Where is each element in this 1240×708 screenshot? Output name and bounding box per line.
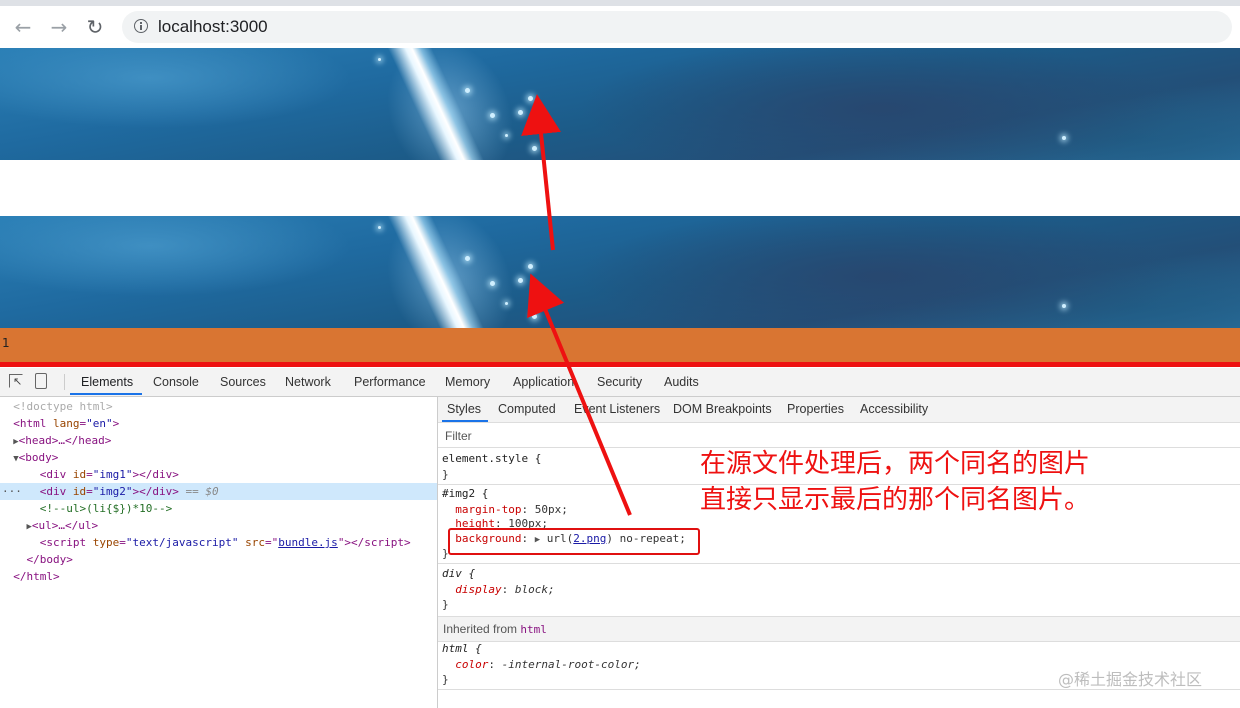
subtab-computed[interactable]: Computed [498,402,556,416]
subtab-properties[interactable]: Properties [787,402,844,416]
elements-tree: <!doctype html> <html lang="en"> ▶<head>… [0,397,438,708]
subtab-accessibility[interactable]: Accessibility [860,402,928,416]
tab-application[interactable]: Application [513,375,574,389]
tree-line-doctype[interactable]: <!doctype html> [0,398,437,415]
tab-divider [64,374,65,390]
devtools-tabbar: Elements Console Sources Network Perform… [0,368,1240,397]
forward-arrow-icon[interactable]: → [46,14,72,40]
inherited-from-header: Inherited from html [438,616,1240,642]
inspect-element-icon[interactable] [9,374,23,388]
rule-close-brace: } [442,673,449,686]
rule-div-selector[interactable]: div { [442,566,475,582]
tab-elements[interactable]: Elements [81,375,133,389]
tab-network[interactable]: Network [285,375,331,389]
rule-img2-selector[interactable]: #img2 { [442,486,488,502]
url-text[interactable]: localhost:3000 [158,17,268,37]
active-tab-indicator [70,393,142,395]
tree-line-html-close[interactable]: </html> [0,568,437,585]
tree-line-ul[interactable]: ▶<ul>…</ul> [0,517,437,534]
tab-performance[interactable]: Performance [354,375,426,389]
tab-memory[interactable]: Memory [445,375,490,389]
subtab-event-listeners[interactable]: Event Listeners [574,402,660,416]
back-arrow-icon[interactable]: ← [10,14,36,40]
tree-line-div-img2-selected[interactable]: ··· <div id="img2"></div> == $0 [0,483,437,500]
tree-line-body-close[interactable]: </body> [0,551,437,568]
tab-console[interactable]: Console [153,375,199,389]
watermark: @稀土掘金技术社区 [1058,670,1203,689]
tab-sources[interactable]: Sources [220,375,266,389]
highlight-box [448,528,700,555]
list-item-text: 1 [2,336,10,350]
address-bar[interactable]: localhost:3000 [122,11,1232,43]
annotation-text: 在源文件处理后，两个同名的图片 直接只显示最后的那个同名图片。 [700,446,1090,518]
orange-list-bar: 1 [0,328,1240,363]
tree-line-head[interactable]: ▶<head>…</head> [0,432,437,449]
decl-color[interactable]: color: -internal-root-color; [442,657,640,673]
filter-placeholder[interactable]: Filter [445,429,472,443]
rule-element-style[interactable]: element.style { [442,451,541,467]
annotation-line-1: 在源文件处理后，两个同名的图片 [700,449,1091,479]
styles-subtabs: Styles Computed Event Listeners DOM Brea… [438,397,1240,423]
red-separator-line [0,362,1240,367]
banner-image-img1 [0,48,1240,160]
tree-line-div-img1[interactable]: <div id="img1"></div> [0,466,437,483]
tab-audits[interactable]: Audits [664,375,699,389]
subtab-dom-breakpoints[interactable]: DOM Breakpoints [673,402,772,416]
tab-security[interactable]: Security [597,375,642,389]
inherited-tag[interactable]: html [520,623,547,636]
banner-image-img2 [0,216,1240,328]
tree-line-body[interactable]: ▼<body> [0,449,437,466]
decl-display[interactable]: display: block; [442,582,554,598]
rule-close-brace: } [442,468,449,481]
browser-toolbar: ← → ↻ localhost:3000 [0,6,1240,48]
rule-html-selector[interactable]: html { [442,641,482,657]
tree-line-html[interactable]: <html lang="en"> [0,415,437,432]
tree-line-comment[interactable]: <!--ul>(li{$})*10--> [0,500,437,517]
device-toolbar-icon[interactable] [35,373,47,389]
reload-icon[interactable]: ↻ [82,14,108,40]
tree-line-script[interactable]: <script type="text/javascript" src="bund… [0,534,437,551]
styles-filter[interactable]: Filter [438,423,1240,448]
annotation-line-2: 直接只显示最后的那个同名图片。 [700,485,1091,515]
active-subtab-indicator [442,420,488,422]
info-icon[interactable] [134,19,148,33]
rule-close-brace: } [442,598,449,611]
subtab-styles[interactable]: Styles [447,402,481,416]
